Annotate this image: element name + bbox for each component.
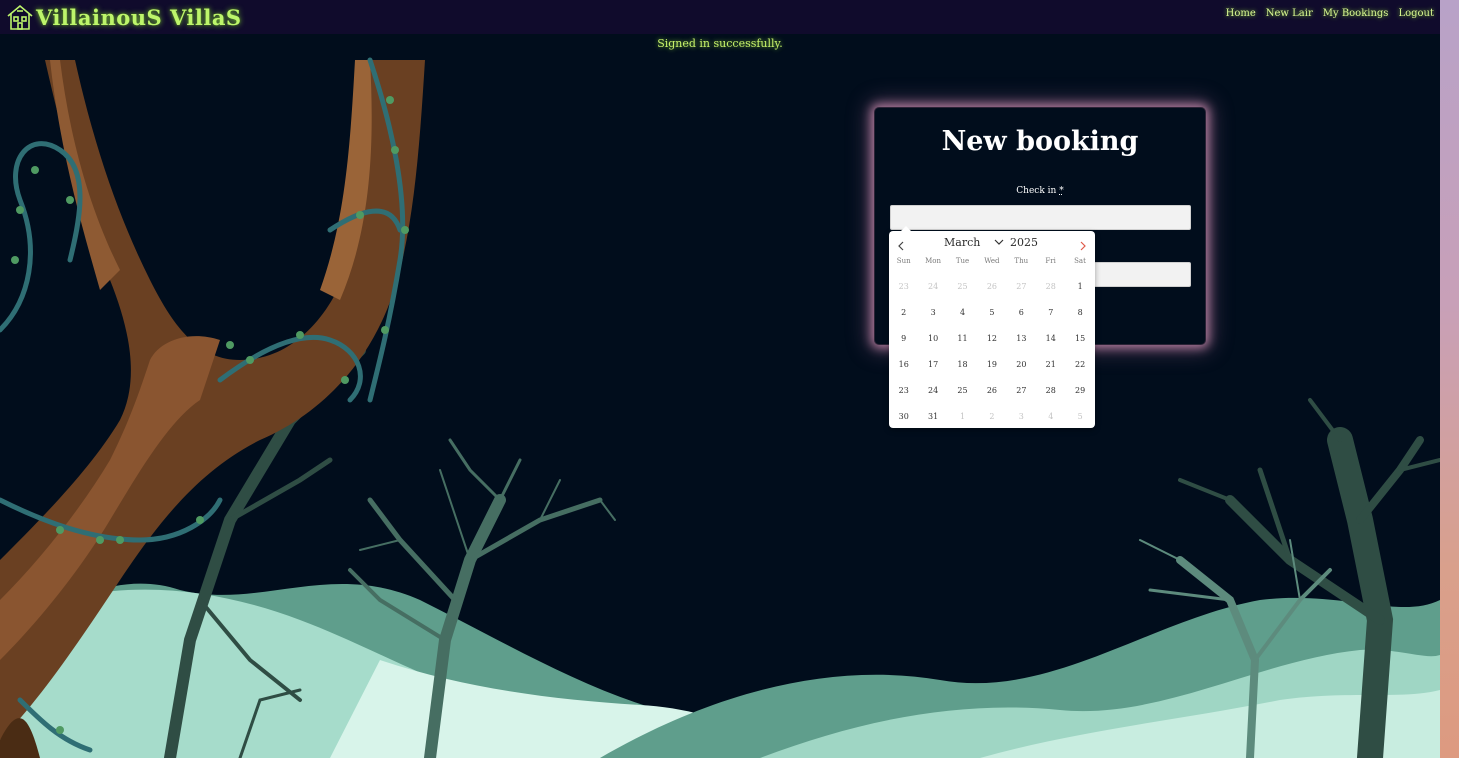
brand-logo-link[interactable]: VillainouS VillaS — [6, 2, 242, 32]
calendar-day[interactable]: 15 — [1065, 325, 1094, 351]
calendar-day[interactable]: 3 — [1007, 403, 1036, 429]
check-in-input[interactable] — [890, 205, 1191, 230]
calendar-day[interactable]: 31 — [918, 403, 947, 429]
calendar-day[interactable]: 23 — [889, 377, 918, 403]
calendar-day[interactable]: 2 — [889, 299, 918, 325]
calendar-caret — [901, 226, 911, 231]
calendar-day[interactable]: 2 — [977, 403, 1006, 429]
calendar-day[interactable]: 14 — [1036, 325, 1065, 351]
nav-links: Home New Lair My Bookings Logout — [1226, 8, 1434, 19]
calendar-day[interactable]: 18 — [948, 351, 977, 377]
calendar-day[interactable]: 21 — [1036, 351, 1065, 377]
check-in-label-text: Check in — [1016, 186, 1057, 196]
weekday-label: Tue — [955, 257, 970, 265]
next-month-arrow-icon[interactable] — [1077, 240, 1089, 252]
required-marker: * — [1059, 186, 1064, 196]
calendar-day[interactable]: 23 — [889, 273, 918, 299]
nav-my-bookings-link[interactable]: My Bookings — [1323, 8, 1389, 19]
calendar-day[interactable]: 1 — [948, 403, 977, 429]
calendar-day[interactable]: 17 — [918, 351, 947, 377]
calendar-day[interactable]: 25 — [948, 377, 977, 403]
month-name: March — [944, 236, 981, 249]
check-in-label: Check in * — [875, 186, 1205, 196]
calendar-day[interactable]: 4 — [1036, 403, 1065, 429]
calendar-day[interactable]: 13 — [1007, 325, 1036, 351]
calendar-day[interactable]: 28 — [1036, 377, 1065, 403]
calendar-day[interactable]: 27 — [1007, 273, 1036, 299]
flash-notice: Signed in successfully. — [657, 37, 783, 50]
calendar-day[interactable]: 29 — [1065, 377, 1094, 403]
calendar-day[interactable]: 26 — [977, 377, 1006, 403]
calendar-day[interactable]: 25 — [948, 273, 977, 299]
weekday-label: Fri — [1045, 257, 1056, 265]
calendar-day[interactable]: 8 — [1065, 299, 1094, 325]
haunted-house-icon — [7, 4, 33, 30]
nav-logout-link[interactable]: Logout — [1398, 8, 1434, 19]
calendar-day[interactable]: 1 — [1065, 273, 1094, 299]
calendar-day[interactable]: 9 — [889, 325, 918, 351]
calendar-day[interactable]: 10 — [918, 325, 947, 351]
calendar-day-grid: 23 24 25 26 27 28 1 2 3 4 5 6 7 8 9 10 11 12 13 14 15 16 17 18 1… — [889, 273, 1095, 429]
calendar-day[interactable]: 12 — [977, 325, 1006, 351]
calendar-day[interactable]: 27 — [1007, 377, 1036, 403]
calendar-day[interactable]: 24 — [918, 273, 947, 299]
calendar-day[interactable]: 19 — [977, 351, 1006, 377]
brand-name: VillainouS VillaS — [36, 4, 242, 30]
nav-new-lair-link[interactable]: New Lair — [1266, 8, 1313, 19]
weekday-label: Wed — [984, 257, 1000, 265]
weekday-label: Thu — [1014, 257, 1029, 265]
nav-home-link[interactable]: Home — [1226, 8, 1256, 19]
weekday-label: Sat — [1074, 257, 1086, 265]
calendar-day[interactable]: 20 — [1007, 351, 1036, 377]
year-input[interactable]: 2025 — [1010, 236, 1038, 249]
month-select[interactable]: March — [944, 236, 1004, 249]
weekday-label: Sun — [896, 257, 911, 265]
calendar-day[interactable]: 5 — [1065, 403, 1094, 429]
navbar: VillainouS VillaS Home New Lair My Booki… — [0, 0, 1440, 34]
calendar-day[interactable]: 24 — [918, 377, 947, 403]
calendar-day[interactable]: 6 — [1007, 299, 1036, 325]
calendar-day[interactable]: 26 — [977, 273, 1006, 299]
calendar-day[interactable]: 5 — [977, 299, 1006, 325]
calendar-day[interactable]: 28 — [1036, 273, 1065, 299]
weekday-header: Sun Mon Tue Wed Thu Fri Sat — [889, 257, 1095, 265]
calendar-day[interactable]: 22 — [1065, 351, 1094, 377]
page: VillainouS VillaS Home New Lair My Booki… — [0, 0, 1459, 758]
chevron-down-icon — [994, 239, 1004, 245]
side-gradient-strip — [1440, 0, 1459, 758]
calendar-day[interactable]: 4 — [948, 299, 977, 325]
calendar-day[interactable]: 7 — [1036, 299, 1065, 325]
form-title: New booking — [941, 126, 1139, 157]
calendar-day[interactable]: 30 — [889, 403, 918, 429]
background-scenery — [0, 57, 1440, 758]
calendar-day[interactable]: 3 — [918, 299, 947, 325]
calendar-day[interactable]: 11 — [948, 325, 977, 351]
weekday-label: Mon — [925, 257, 942, 265]
prev-month-arrow-icon[interactable] — [895, 240, 907, 252]
datepicker-calendar: March 2025 Sun Mon Tue Wed Thu Fri Sat 2… — [889, 226, 1095, 429]
calendar-day[interactable]: 16 — [889, 351, 918, 377]
